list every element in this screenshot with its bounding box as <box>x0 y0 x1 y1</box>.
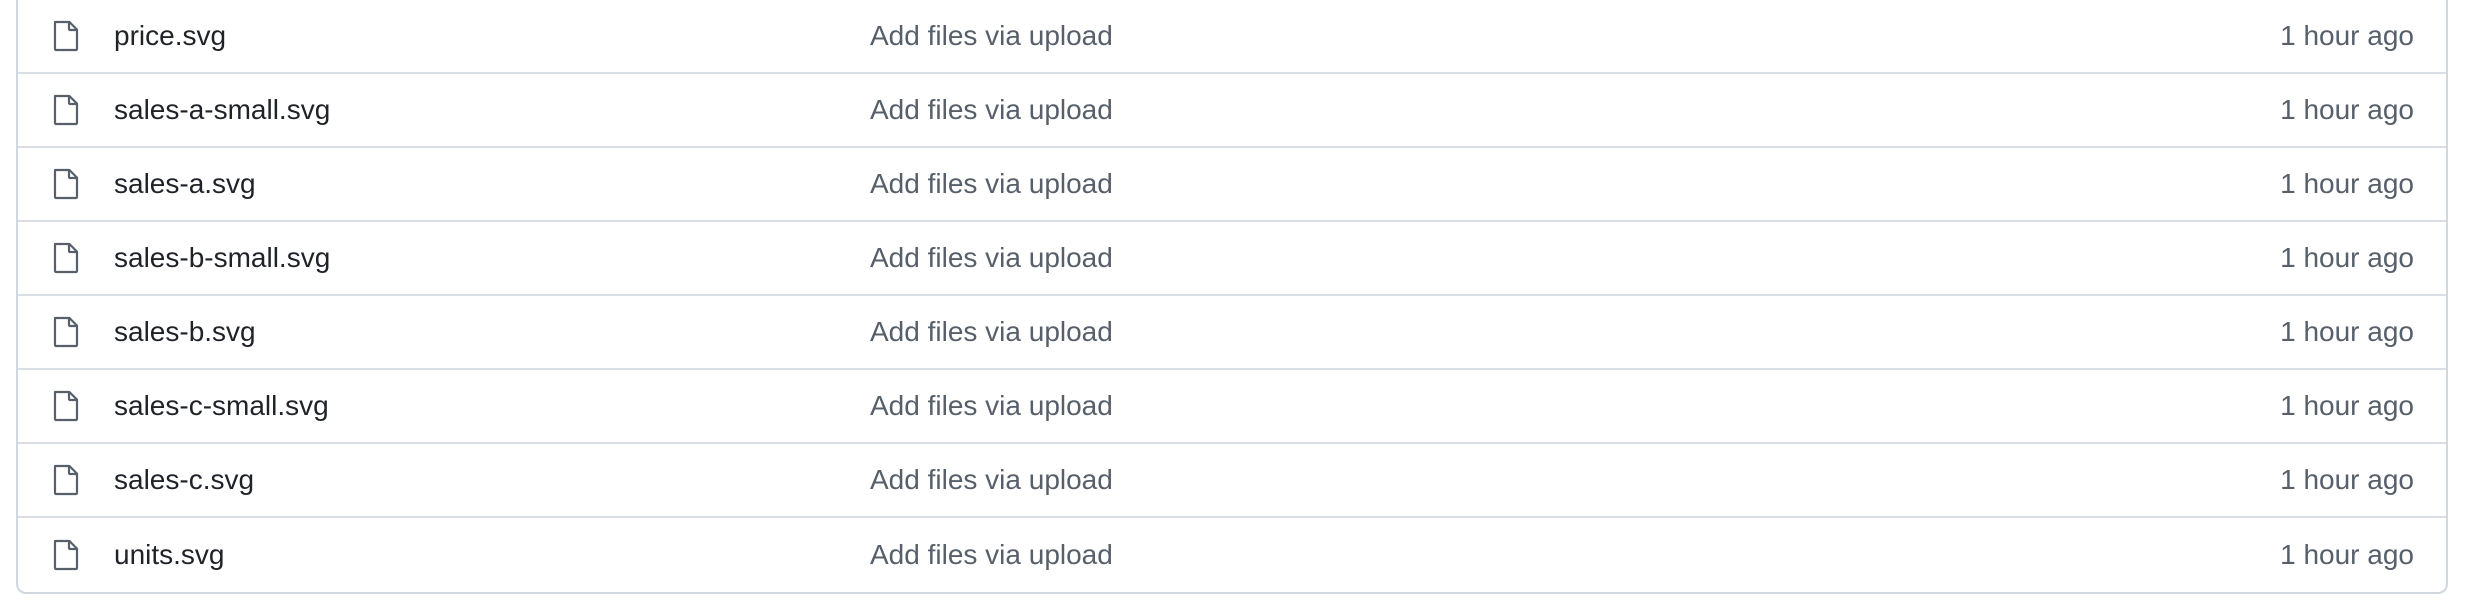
commit-message-link[interactable]: Add files via upload <box>870 390 1113 422</box>
file-icon <box>52 168 80 200</box>
commit-message-link[interactable]: Add files via upload <box>870 242 1113 274</box>
file-row[interactable]: sales-a.svg Add files via upload 1 hour … <box>18 148 2446 222</box>
file-name-link[interactable]: sales-a.svg <box>114 168 256 200</box>
commit-time: 1 hour ago <box>2280 539 2414 570</box>
file-name-link[interactable]: price.svg <box>114 20 226 52</box>
commit-time: 1 hour ago <box>2280 316 2414 347</box>
file-name-link[interactable]: sales-b.svg <box>114 316 256 348</box>
commit-time: 1 hour ago <box>2280 94 2414 125</box>
commit-time: 1 hour ago <box>2280 20 2414 51</box>
commit-time: 1 hour ago <box>2280 242 2414 273</box>
file-name-link[interactable]: sales-a-small.svg <box>114 94 330 126</box>
file-row[interactable]: sales-b-small.svg Add files via upload 1… <box>18 222 2446 296</box>
file-icon <box>52 316 80 348</box>
file-icon <box>52 94 80 126</box>
file-icon <box>52 390 80 422</box>
file-row[interactable]: sales-c-small.svg Add files via upload 1… <box>18 370 2446 444</box>
commit-message-link[interactable]: Add files via upload <box>870 316 1113 348</box>
commit-message-link[interactable]: Add files via upload <box>870 539 1113 571</box>
commit-time: 1 hour ago <box>2280 168 2414 199</box>
commit-message-link[interactable]: Add files via upload <box>870 464 1113 496</box>
file-icon <box>52 20 80 52</box>
file-row[interactable]: units.svg Add files via upload 1 hour ag… <box>18 518 2446 592</box>
file-list: price.svg Add files via upload 1 hour ag… <box>16 0 2448 594</box>
file-row[interactable]: price.svg Add files via upload 1 hour ag… <box>18 0 2446 74</box>
file-row[interactable]: sales-b.svg Add files via upload 1 hour … <box>18 296 2446 370</box>
file-name-link[interactable]: units.svg <box>114 539 225 571</box>
commit-message-link[interactable]: Add files via upload <box>870 20 1113 52</box>
file-icon <box>52 539 80 571</box>
commit-message-link[interactable]: Add files via upload <box>870 94 1113 126</box>
file-row[interactable]: sales-c.svg Add files via upload 1 hour … <box>18 444 2446 518</box>
commit-message-link[interactable]: Add files via upload <box>870 168 1113 200</box>
file-row[interactable]: sales-a-small.svg Add files via upload 1… <box>18 74 2446 148</box>
file-name-link[interactable]: sales-c-small.svg <box>114 390 329 422</box>
commit-time: 1 hour ago <box>2280 464 2414 495</box>
file-name-link[interactable]: sales-b-small.svg <box>114 242 330 274</box>
file-icon <box>52 242 80 274</box>
file-icon <box>52 464 80 496</box>
file-name-link[interactable]: sales-c.svg <box>114 464 254 496</box>
commit-time: 1 hour ago <box>2280 390 2414 421</box>
